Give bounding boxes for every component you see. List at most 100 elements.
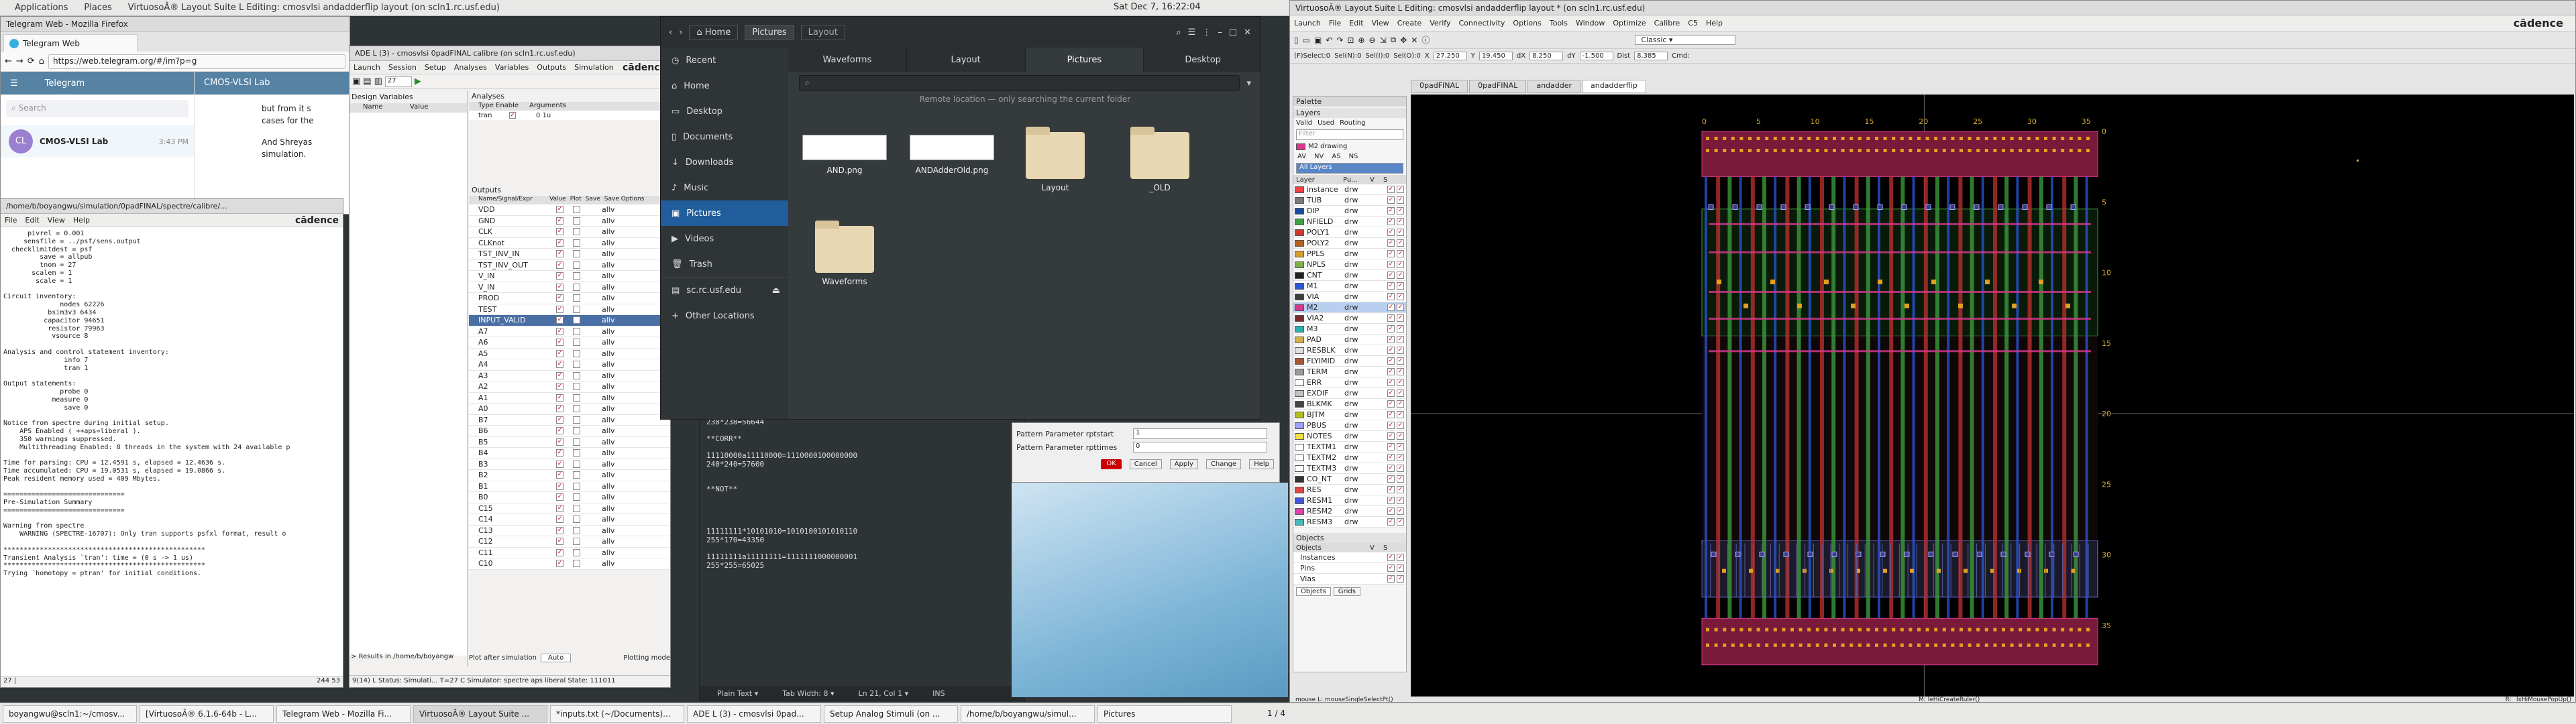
cancel-button[interactable]: Cancel (1129, 459, 1162, 469)
selectable-checkbox[interactable]: ✓ (1397, 454, 1404, 461)
selectable-checkbox[interactable]: ✓ (1397, 196, 1404, 204)
output-row[interactable]: B2 ✓ allv (469, 470, 670, 481)
save-checkbox[interactable] (573, 305, 580, 313)
layer-row[interactable]: TUB drw ✓ ✓ (1293, 195, 1406, 206)
save-checkbox[interactable] (573, 316, 580, 324)
layer-row[interactable]: RESM1 drw ✓ ✓ (1293, 495, 1406, 506)
save-checkbox[interactable] (573, 394, 580, 402)
visible-checkbox[interactable]: ✓ (1387, 250, 1395, 257)
menu-create[interactable]: Create (1393, 19, 1426, 27)
layer-row[interactable]: VIA2 drw ✓ ✓ (1293, 313, 1406, 324)
all-selectable-toggle[interactable]: AS (1332, 153, 1340, 160)
output-row[interactable]: V_IN ✓ allv (469, 282, 670, 293)
selectable-checkbox[interactable]: ✓ (1397, 379, 1404, 386)
output-row[interactable]: A1 ✓ allv (469, 393, 670, 404)
visible-checkbox[interactable]: ✓ (1387, 207, 1395, 215)
layer-row[interactable]: TEXTM2 drw ✓ ✓ (1293, 452, 1406, 463)
visible-checkbox[interactable]: ✓ (1387, 575, 1395, 583)
toolbar-icon[interactable]: ▤ (363, 76, 371, 86)
output-row[interactable]: C13 ✓ allv (469, 526, 670, 536)
selectable-checkbox[interactable]: ✓ (1397, 186, 1404, 193)
search-options-icon[interactable]: ▾ (1246, 78, 1251, 88)
enable-checkbox[interactable]: ✓ (509, 112, 516, 119)
plot-checkbox[interactable]: ✓ (556, 239, 564, 247)
open-icon[interactable]: ▭ (1303, 36, 1310, 45)
selectable-checkbox[interactable]: ✓ (1397, 250, 1404, 257)
plot-checkbox[interactable]: ✓ (556, 427, 564, 435)
editor-text[interactable]: 11101110a11101110=1101110101000100 238*2… (700, 403, 1024, 683)
selectable-checkbox[interactable]: ✓ (1397, 411, 1404, 418)
tab-objects[interactable]: Objects (1296, 587, 1331, 596)
plot-checkbox[interactable]: ✓ (556, 538, 564, 546)
toolbar-icon[interactable]: ▥ (374, 76, 382, 86)
selectable-checkbox[interactable]: ✓ (1397, 229, 1404, 236)
mode-select[interactable]: Classic ▾ (1635, 35, 1736, 45)
plot-checkbox[interactable]: ✓ (556, 327, 564, 335)
visible-checkbox[interactable]: ✓ (1387, 239, 1395, 247)
visible-checkbox[interactable]: ✓ (1387, 454, 1395, 461)
tab-waveforms[interactable]: Waveforms (788, 48, 907, 72)
save-checkbox[interactable] (573, 493, 580, 501)
save-checkbox[interactable] (573, 283, 580, 291)
breadcrumb-pictures[interactable]: Pictures (745, 24, 794, 40)
sidebar-item-documents[interactable]: ▯ Documents (661, 124, 788, 149)
selectable-checkbox[interactable]: ✓ (1397, 314, 1404, 322)
lpp-filter-select[interactable]: All Layers (1296, 163, 1403, 174)
output-row[interactable]: C14 ✓ allv (469, 514, 670, 526)
save-checkbox[interactable] (573, 261, 580, 269)
all-visible-toggle[interactable]: AV (1297, 153, 1306, 160)
visible-checkbox[interactable]: ✓ (1387, 422, 1395, 429)
object-row[interactable]: Vias ✓ ✓ (1293, 574, 1406, 585)
visible-checkbox[interactable]: ✓ (1387, 379, 1395, 386)
save-checkbox[interactable] (573, 239, 580, 247)
save-checkbox[interactable] (573, 460, 580, 468)
chat-list-item[interactable]: CL CMOS-VLSI Lab 3:43 PM (1, 125, 194, 158)
selectable-checkbox[interactable]: ✓ (1397, 432, 1404, 440)
tab-width-select[interactable]: Tab Width: 8 ▾ (782, 689, 834, 698)
tab-grids[interactable]: Grids (1333, 587, 1360, 596)
delete-icon[interactable]: ✕ (1411, 36, 1417, 45)
output-row[interactable]: B3 ✓ allv (469, 459, 670, 470)
stretch-icon[interactable]: ⇲ (1380, 36, 1387, 45)
browser-tab[interactable]: Telegram Web (3, 34, 138, 52)
coord-field[interactable]: 8.250 (1529, 52, 1564, 60)
layer-row[interactable]: POLY2 drw ✓ ✓ (1293, 238, 1406, 249)
save-checkbox[interactable] (573, 371, 580, 379)
output-row[interactable]: CLK ✓ allv (469, 227, 670, 238)
selectable-checkbox[interactable]: ✓ (1397, 261, 1404, 268)
selectable-checkbox[interactable]: ✓ (1397, 282, 1404, 290)
save-checkbox[interactable] (573, 560, 580, 568)
tab-layout[interactable]: Layout (907, 48, 1026, 72)
selectable-checkbox[interactable]: ✓ (1397, 207, 1404, 215)
layer-row[interactable]: instance drw ✓ ✓ (1293, 184, 1406, 195)
close-icon[interactable]: ✕ (1244, 27, 1251, 38)
selectable-checkbox[interactable]: ✓ (1397, 325, 1404, 333)
layer-row[interactable]: CO_NT drw ✓ ✓ (1293, 474, 1406, 485)
menu-analyses[interactable]: Analyses (450, 63, 491, 72)
save-checkbox[interactable] (573, 526, 580, 534)
taskbar-button[interactable]: /home/b/boyangwu/simul... (961, 705, 1095, 723)
layer-filter-input[interactable]: Filter (1296, 129, 1403, 140)
layer-row[interactable]: TEXTM3 drw ✓ ✓ (1293, 463, 1406, 474)
visible-checkbox[interactable]: ✓ (1387, 282, 1395, 290)
plot-checkbox[interactable]: ✓ (556, 206, 564, 214)
back-icon[interactable]: ‹ (669, 27, 672, 38)
zoom-fit-icon[interactable]: ⊡ (1347, 36, 1354, 45)
none-selectable-toggle[interactable]: NS (1349, 153, 1358, 160)
output-row[interactable]: TEST ✓ allv (469, 304, 670, 315)
folder-item[interactable]: Layout (1008, 127, 1102, 192)
taskbar-button[interactable]: [VirtuosoÂ® 6.1.6-64b - L... (140, 705, 274, 723)
output-row[interactable]: B0 ✓ allv (469, 492, 670, 503)
sidebar-item-desktop[interactable]: ▭ Desktop (661, 99, 788, 124)
plot-checkbox[interactable]: ✓ (556, 305, 564, 313)
move-icon[interactable]: ✥ (1400, 36, 1407, 45)
zoom-out-icon[interactable]: ⊖ (1369, 36, 1376, 45)
save-checkbox[interactable] (573, 538, 580, 546)
copy-icon[interactable]: ⧉ (1391, 35, 1397, 45)
save-checkbox[interactable] (573, 449, 580, 457)
taskbar-button[interactable]: Pictures (1097, 705, 1232, 723)
undo-icon[interactable]: ↶ (1326, 36, 1332, 45)
ok-button[interactable]: OK (1101, 459, 1122, 469)
plot-checkbox[interactable]: ✓ (556, 471, 564, 479)
plot-checkbox[interactable]: ✓ (556, 283, 564, 291)
